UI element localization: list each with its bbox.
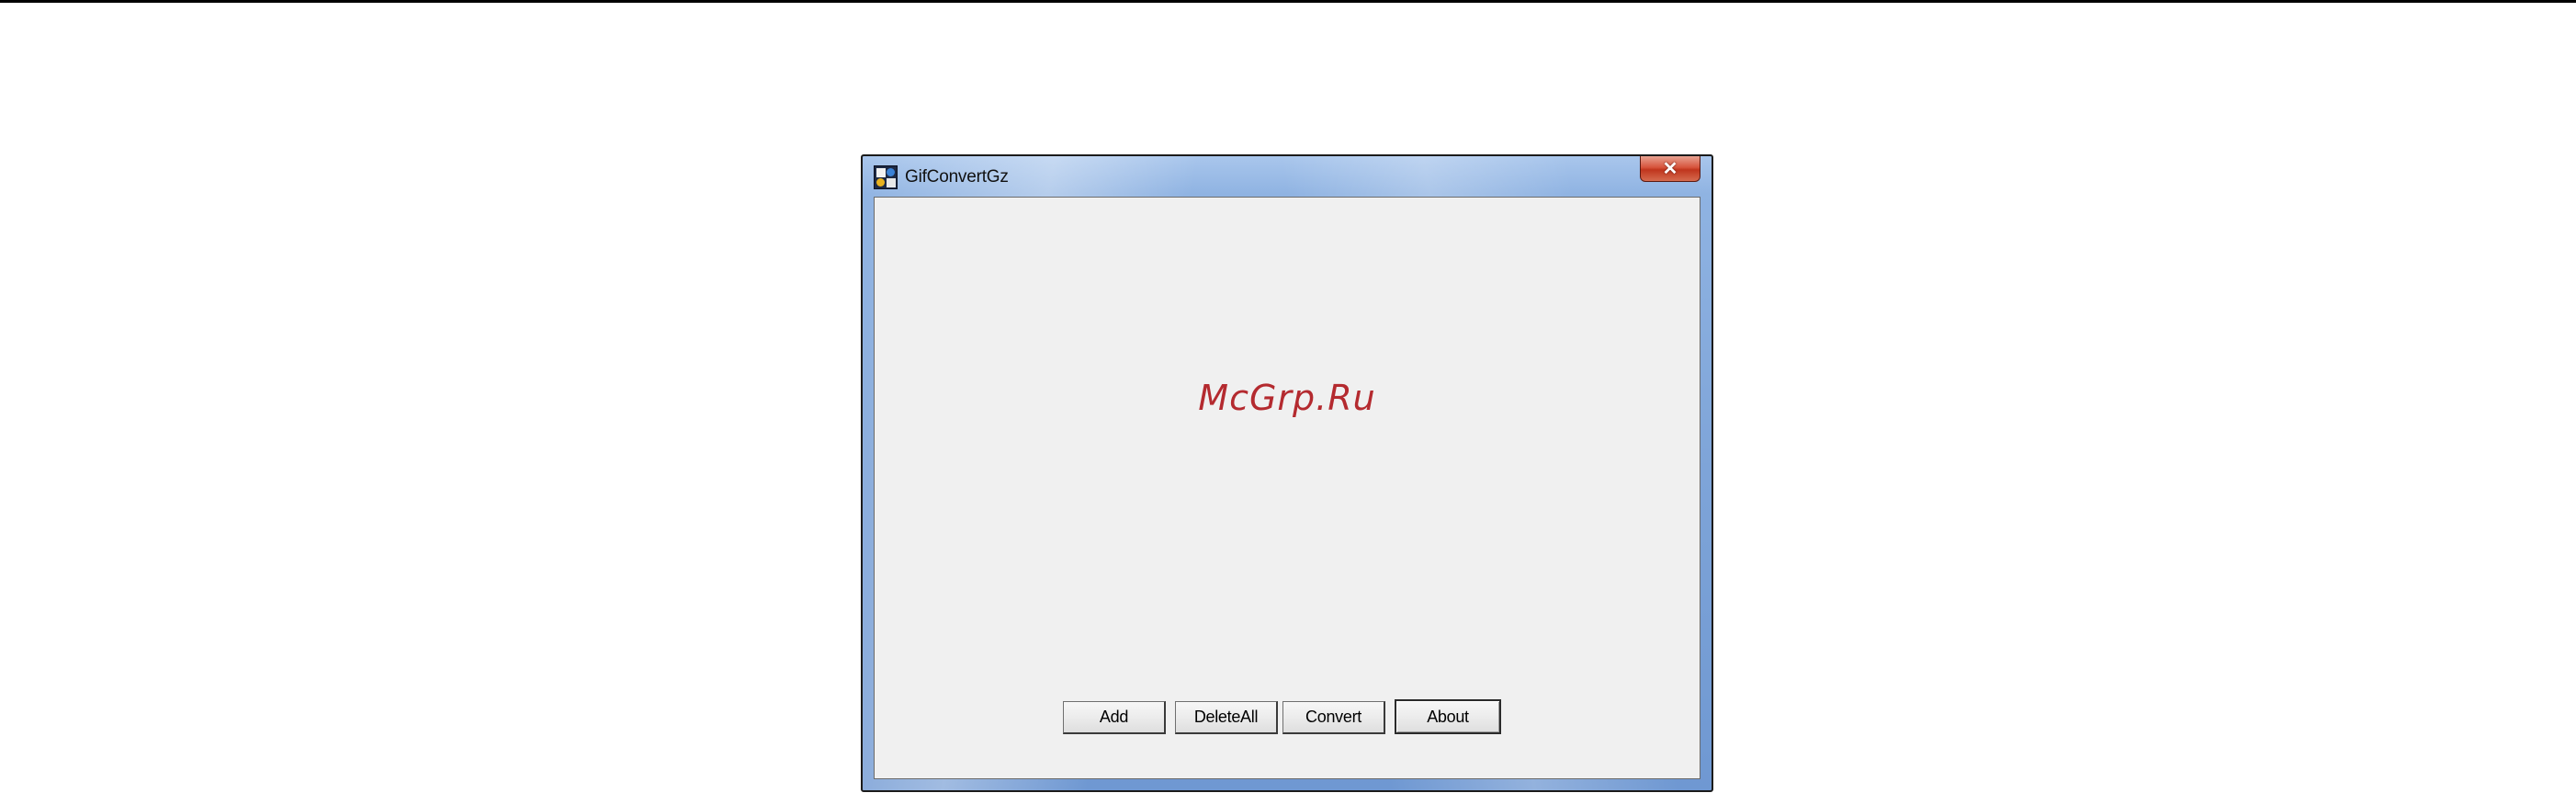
convert-button[interactable]: Convert [1282, 701, 1385, 734]
title-bar[interactable]: GifConvertGz ✕ [863, 156, 1712, 197]
window-title: GifConvertGz [905, 167, 1009, 187]
client-area: McGrp.Ru Add DeleteAll Convert About [874, 197, 1700, 779]
close-button[interactable]: ✕ [1640, 156, 1700, 182]
about-button[interactable]: About [1395, 699, 1501, 734]
close-icon: ✕ [1662, 159, 1678, 179]
add-button[interactable]: Add [1063, 701, 1166, 734]
delete-all-button[interactable]: DeleteAll [1175, 701, 1278, 734]
top-divider [0, 0, 2576, 3]
app-icon[interactable] [874, 165, 898, 189]
page: GifConvertGz ✕ McGrp.Ru Add DeleteAll Co… [0, 0, 2576, 793]
app-window: GifConvertGz ✕ McGrp.Ru Add DeleteAll Co… [861, 154, 1713, 792]
watermark: McGrp.Ru [1198, 378, 1376, 418]
